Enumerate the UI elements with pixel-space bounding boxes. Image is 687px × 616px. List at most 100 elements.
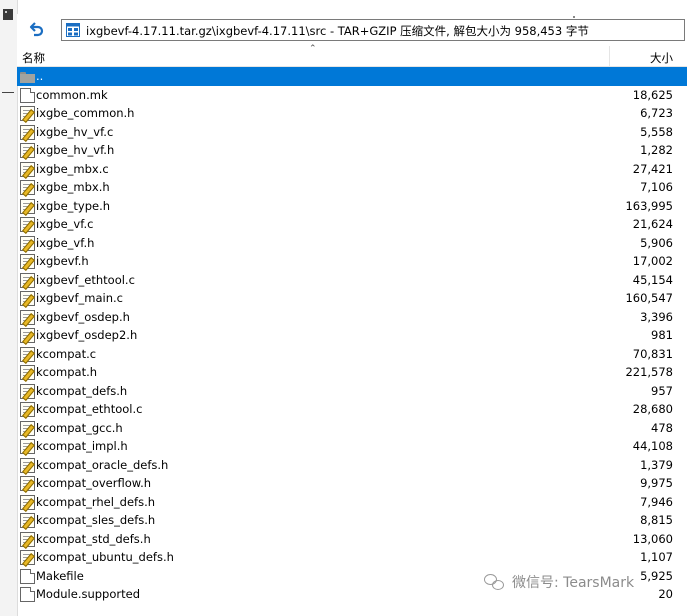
terminal-icon xyxy=(3,9,13,20)
edit-file-icon xyxy=(20,531,35,549)
edit-file-icon xyxy=(20,365,35,382)
edit-file-icon xyxy=(20,235,35,253)
file-size: 1,107 xyxy=(640,550,673,564)
file-name: common.mk xyxy=(36,87,108,102)
tree-line xyxy=(2,92,14,93)
edit-file-icon xyxy=(20,180,35,197)
edit-file-icon xyxy=(20,198,35,216)
file-row[interactable]: kcompat_overflow.h 9,975 xyxy=(17,474,687,493)
address-bar[interactable]: ixgbevf-4.17.11.tar.gz\ixgbevf-4.17.11\s… xyxy=(61,19,685,41)
edit-file-icon xyxy=(20,457,35,475)
file-name: kcompat_std_defs.h xyxy=(36,531,151,546)
file-name: ixgbe_hv_vf.c xyxy=(36,124,114,139)
file-name: ixgbe_hv_vf.h xyxy=(36,143,115,157)
file-row[interactable]: ixgbe_mbx.h 7,106 xyxy=(17,178,687,197)
edit-file-icon xyxy=(20,420,35,438)
file-row[interactable]: kcompat_std_defs.h 13,060 xyxy=(17,530,687,549)
file-row[interactable]: kcompat_impl.h 44,108 xyxy=(17,437,687,456)
edit-file-icon xyxy=(20,161,35,179)
file-row[interactable]: kcompat_defs.h 957 xyxy=(17,382,687,401)
wechat-icon xyxy=(484,572,506,592)
file-row[interactable]: ixgbevf.h 17,002 xyxy=(17,252,687,271)
file-row[interactable]: kcompat_ubuntu_defs.h 1,107 xyxy=(17,548,687,567)
file-name: ixgbevf_main.c xyxy=(36,291,123,305)
edit-file-icon xyxy=(20,328,35,345)
file-size: 44,108 xyxy=(632,439,673,453)
column-size-header[interactable]: 大小 xyxy=(650,50,673,66)
column-name-header[interactable]: 名称 xyxy=(22,50,45,66)
file-row[interactable]: ixgbevf_osdep.h 3,396 xyxy=(17,308,687,327)
file-row[interactable]: ixgbe_vf.h 5,906 xyxy=(17,234,687,253)
file-row[interactable]: kcompat_ethtool.c 28,680 xyxy=(17,400,687,419)
file-size: 5,558 xyxy=(640,124,673,139)
file-size: 1,379 xyxy=(640,457,673,472)
file-row[interactable]: kcompat.h 221,578 xyxy=(17,363,687,382)
sort-ascending-icon: ⌃ xyxy=(309,44,317,54)
file-size: 18,625 xyxy=(632,87,673,102)
file-row[interactable]: kcompat_sles_defs.h 8,815 xyxy=(17,511,687,530)
edit-file-icon xyxy=(20,106,35,123)
plain-file-icon xyxy=(20,568,35,584)
file-row[interactable]: ixgbe_common.h 6,723 xyxy=(17,104,687,123)
file-name: kcompat_oracle_defs.h xyxy=(36,457,169,472)
file-size: 45,154 xyxy=(632,272,673,287)
file-row[interactable]: ixgbevf_osdep2.h 981 xyxy=(17,326,687,345)
edit-file-icon xyxy=(20,309,35,327)
edit-file-icon xyxy=(20,550,35,567)
file-row[interactable]: ixgbe_hv_vf.h 1,282 xyxy=(17,141,687,160)
file-name: ixgbevf_osdep2.h xyxy=(36,328,138,342)
edit-file-icon xyxy=(20,402,35,419)
file-name: kcompat_ubuntu_defs.h xyxy=(36,550,174,564)
file-size: 8,815 xyxy=(640,513,673,527)
file-name: kcompat_impl.h xyxy=(36,439,128,453)
file-row[interactable]: ixgbe_vf.c 21,624 xyxy=(17,215,687,234)
watermark-text: 微信号: TearsMark xyxy=(512,575,635,591)
plain-file-icon xyxy=(20,87,35,103)
file-size: 981 xyxy=(651,328,673,342)
file-name: ixgbe_vf.c xyxy=(36,217,94,231)
watermark: 微信号: TearsMark xyxy=(484,572,634,592)
file-row[interactable]: kcompat_oracle_defs.h 1,379 xyxy=(17,456,687,475)
file-row[interactable]: ixgbevf_ethtool.c 45,154 xyxy=(17,271,687,290)
file-row[interactable]: common.mk 18,625 xyxy=(17,86,687,105)
edit-file-icon xyxy=(20,494,35,512)
plain-file-icon xyxy=(20,587,35,602)
file-row[interactable]: ixgbe_mbx.c 27,421 xyxy=(17,160,687,179)
file-size: 1,282 xyxy=(640,143,673,157)
up-folder-button[interactable] xyxy=(25,18,49,42)
file-row[interactable]: ixgbe_type.h 163,995 xyxy=(17,197,687,216)
file-size: 163,995 xyxy=(625,198,673,213)
file-row[interactable]: kcompat_rhel_defs.h 7,946 xyxy=(17,493,687,512)
file-row[interactable]: kcompat_gcc.h 478 xyxy=(17,419,687,438)
file-name: ixgbevf_osdep.h xyxy=(36,309,130,324)
file-size: 3,396 xyxy=(640,309,673,324)
file-size: 28,680 xyxy=(632,402,673,416)
parent-folder-row[interactable]: .. xyxy=(17,67,687,86)
file-size: 27,421 xyxy=(632,161,673,176)
file-size: 957 xyxy=(651,383,673,398)
file-name: kcompat_overflow.h xyxy=(36,476,152,490)
edit-file-icon xyxy=(20,346,35,364)
file-size: 5,906 xyxy=(640,235,673,250)
folder-icon xyxy=(20,69,35,84)
file-name: ixgbe_vf.h xyxy=(36,235,95,250)
file-row[interactable]: ixgbe_hv_vf.c 5,558 xyxy=(17,123,687,142)
file-size: 13,060 xyxy=(632,531,673,546)
file-row[interactable]: ixgbevf_main.c 160,547 xyxy=(17,289,687,308)
edit-file-icon xyxy=(20,513,35,530)
archive-icon xyxy=(66,23,80,37)
file-name: kcompat.h xyxy=(36,365,98,379)
edit-file-icon xyxy=(20,143,35,160)
edit-file-icon xyxy=(20,383,35,401)
edit-file-icon xyxy=(20,439,35,456)
file-size: 70,831 xyxy=(632,346,673,361)
edit-file-icon xyxy=(20,217,35,234)
file-name: kcompat.c xyxy=(36,346,97,361)
file-size: 6,723 xyxy=(640,106,673,120)
file-row[interactable]: kcompat.c 70,831 xyxy=(17,345,687,364)
edit-file-icon xyxy=(20,124,35,142)
file-size: 21,624 xyxy=(632,217,673,231)
file-size: 7,106 xyxy=(640,180,673,194)
file-size: 9,975 xyxy=(640,476,673,490)
column-divider[interactable] xyxy=(609,46,610,66)
